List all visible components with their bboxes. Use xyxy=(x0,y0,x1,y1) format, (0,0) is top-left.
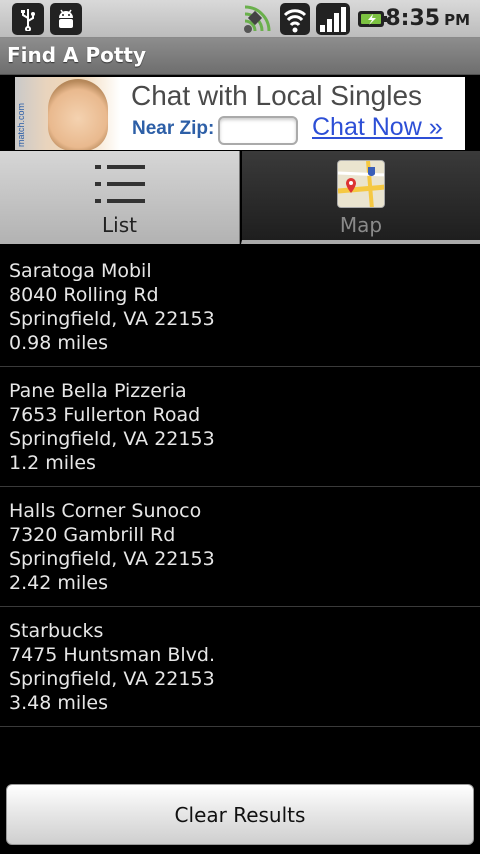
tab-map-label: Map xyxy=(339,213,383,237)
tab-map[interactable]: Map xyxy=(241,151,480,244)
ad-zip-input[interactable] xyxy=(218,116,298,145)
clock: 8:35 PM xyxy=(385,4,470,34)
result-name: Pane Bella Pizzeria xyxy=(9,380,187,402)
result-address: 7320 Gambrill Rd xyxy=(9,524,176,546)
results-list: Saratoga Mobil 8040 Rolling Rd Springfie… xyxy=(0,247,480,727)
list-item[interactable]: Halls Corner Sunoco 7320 Gambrill Rd Spr… xyxy=(0,487,480,607)
result-city: Springfield, VA 22153 xyxy=(9,668,215,690)
result-city: Springfield, VA 22153 xyxy=(9,428,215,450)
result-city: Springfield, VA 22153 xyxy=(9,308,215,330)
list-item[interactable]: Pane Bella Pizzeria 7653 Fullerton Road … xyxy=(0,367,480,487)
ad-brand: match.com xyxy=(16,102,26,147)
ad-near-zip-label: Near Zip: xyxy=(132,118,215,139)
ad-chat-now-link[interactable]: Chat Now » xyxy=(312,113,443,142)
result-distance: 0.98 miles xyxy=(9,332,108,354)
clock-ampm: PM xyxy=(444,11,470,29)
result-name: Saratoga Mobil xyxy=(9,260,152,282)
ad-headline: Chat with Local Singles xyxy=(131,80,423,111)
clear-results-button[interactable]: Clear Results xyxy=(6,784,474,845)
ad-banner[interactable]: match.com Chat with Local Singles Near Z… xyxy=(15,77,465,150)
wifi-icon xyxy=(280,3,310,35)
app-title: Find A Potty xyxy=(7,43,147,67)
result-city: Springfield, VA 22153 xyxy=(9,548,215,570)
tab-list[interactable]: List xyxy=(0,151,240,244)
clock-time: 8:35 xyxy=(385,6,441,31)
result-address: 8040 Rolling Rd xyxy=(9,284,159,306)
tab-bar: List Map xyxy=(0,151,480,244)
app-title-bar: Find A Potty xyxy=(0,38,480,75)
result-distance: 1.2 miles xyxy=(9,452,96,474)
ad-photo xyxy=(15,77,120,150)
ad-face-image xyxy=(48,79,108,150)
gps-icon xyxy=(240,3,274,35)
result-address: 7475 Huntsman Blvd. xyxy=(9,644,216,666)
tab-list-label: List xyxy=(102,213,137,237)
result-name: Halls Corner Sunoco xyxy=(9,500,202,522)
result-distance: 3.48 miles xyxy=(9,692,108,714)
usb-icon xyxy=(12,3,44,35)
list-icon xyxy=(95,165,145,203)
result-distance: 2.42 miles xyxy=(9,572,108,594)
battery-icon xyxy=(356,3,388,35)
list-item[interactable]: Starbucks 7475 Huntsman Blvd. Springfiel… xyxy=(0,607,480,727)
map-icon xyxy=(337,160,385,208)
result-address: 7653 Fullerton Road xyxy=(9,404,201,426)
status-bar: 8:35 PM xyxy=(0,0,480,38)
list-item[interactable]: Saratoga Mobil 8040 Rolling Rd Springfie… xyxy=(0,247,480,367)
android-debug-icon xyxy=(50,3,82,35)
signal-icon xyxy=(316,3,350,35)
result-name: Starbucks xyxy=(9,620,104,642)
